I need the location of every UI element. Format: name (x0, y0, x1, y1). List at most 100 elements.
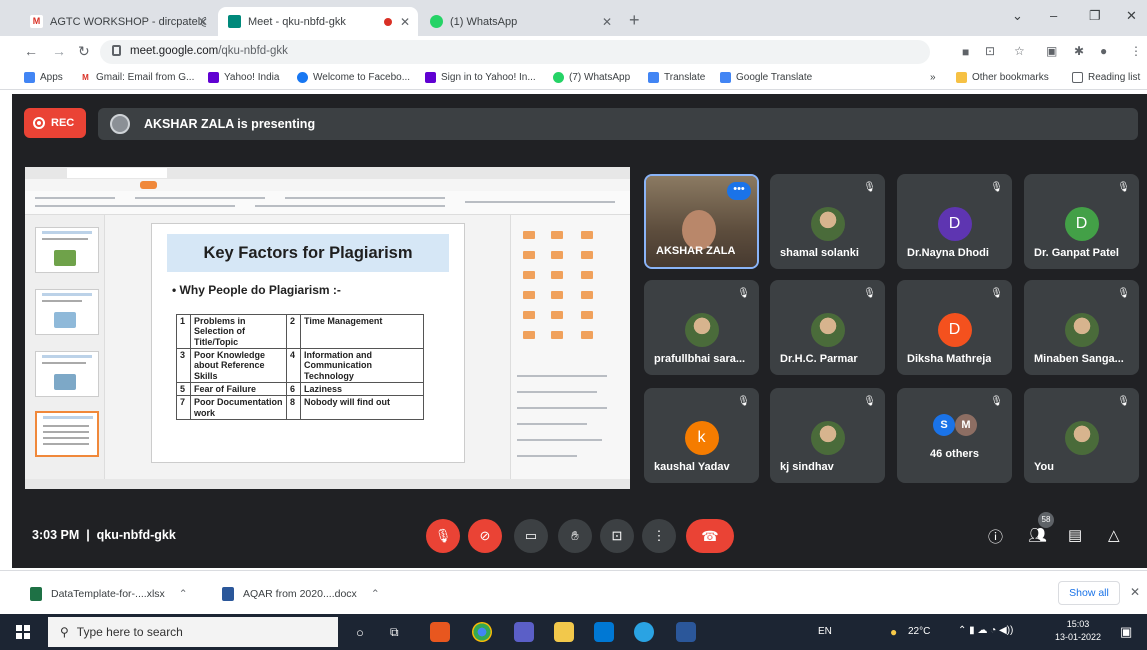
participant-name: prafullbhai sara... (654, 353, 746, 365)
participant-tile[interactable]: 🎙︎ S M 46 others (897, 388, 1012, 483)
chat-icon[interactable]: ▤ (1068, 526, 1082, 544)
raise-hand-button[interactable]: ✋︎ (558, 519, 592, 553)
reload-icon[interactable]: ↻ (78, 43, 90, 60)
show-all-button[interactable]: Show all (1058, 581, 1120, 605)
close-tab-icon[interactable]: ✕ (602, 15, 612, 29)
bookmark-label: Welcome to Facebo... (313, 72, 411, 83)
mail-icon[interactable] (594, 622, 614, 642)
mic-off-button[interactable]: 🎙︎ (426, 519, 460, 553)
participant-tile[interactable]: ••• AKSHAR ZALA (644, 174, 759, 269)
windows-start-icon[interactable] (16, 625, 30, 639)
puzzle-icon[interactable]: ✱ (1074, 44, 1084, 58)
bookmarks-overflow-button[interactable]: » (930, 72, 936, 83)
presenting-banner: AKSHAR ZALA is presenting (98, 108, 1138, 140)
captions-button[interactable]: ▭ (514, 519, 548, 553)
meeting-details-icon[interactable]: ⓘ (988, 526, 1003, 547)
tab-meet[interactable]: Meet - qku-nbfd-gkk ✕ (218, 7, 418, 36)
participant-avatar (810, 207, 845, 241)
office-icon[interactable] (430, 622, 450, 642)
bookmark-gmail[interactable]: M Gmail: Email from G... (80, 72, 194, 83)
participant-tile[interactable]: 🎙︎ kj sindhav (770, 388, 885, 483)
editor-home-tab (140, 181, 157, 189)
close-tab-icon[interactable]: ✕ (400, 15, 410, 29)
bookmark-facebook[interactable]: Welcome to Facebo... (297, 72, 410, 83)
reading-list[interactable]: Reading list (1072, 72, 1140, 83)
leave-call-button[interactable]: ☎︎ (686, 519, 734, 553)
activities-icon[interactable]: △ (1108, 526, 1120, 544)
teams-icon[interactable] (514, 622, 534, 642)
bookmark-apps[interactable]: Apps (24, 72, 63, 83)
url-text: meet.google.com/qku-nbfd-gkk (130, 45, 288, 57)
back-icon[interactable]: ← (24, 43, 38, 59)
presenting-text: AKSHAR ZALA is presenting (144, 117, 316, 131)
participant-tile[interactable]: 🎙︎ D Dr.Nayna Dhodi (897, 174, 1012, 269)
download-item[interactable]: DataTemplate-for-....xlsx ⌃ (30, 587, 188, 601)
download-filename: DataTemplate-for-....xlsx (51, 588, 165, 600)
camera-off-button[interactable]: ⊘ (468, 519, 502, 553)
participant-tile[interactable]: 🎙︎ D Diksha Mathreja (897, 280, 1012, 375)
participant-tile[interactable]: 🎙︎ k kaushal Yadav (644, 388, 759, 483)
meeting-time: 3:03 PM (32, 528, 80, 542)
bookmark-yahoo-signin[interactable]: Sign in to Yahoo! In... (425, 72, 536, 83)
new-tab-button[interactable]: + (629, 10, 640, 31)
camera-off-icon: ⊘ (479, 528, 491, 543)
tab-search-icon[interactable]: ⌄ (1012, 8, 1023, 24)
participant-name: Dr.H.C. Parmar (780, 353, 858, 365)
cortana-icon[interactable]: ○ (356, 625, 364, 640)
bookmark-whatsapp[interactable]: (7) WhatsApp (553, 72, 630, 83)
weather-icon: ● (890, 625, 898, 639)
forward-icon[interactable]: → (52, 43, 66, 59)
more-options-icon[interactable]: ••• (727, 182, 751, 200)
bookmark-translate[interactable]: Translate (648, 72, 705, 83)
close-downloads-icon[interactable]: ✕ (1130, 585, 1140, 599)
more-options-button[interactable]: ⋮ (642, 519, 676, 553)
participant-tile[interactable]: 🎙︎ prafullbhai sara... (644, 280, 759, 375)
gmail-icon: M (80, 72, 91, 83)
minimize-button[interactable]: – (1050, 8, 1057, 23)
close-window-button[interactable]: ✕ (1126, 8, 1137, 24)
present-now-button[interactable]: ⊡ (600, 519, 634, 553)
word-icon[interactable] (676, 622, 696, 642)
chevron-up-icon[interactable]: ⌃ (179, 588, 188, 600)
address-bar[interactable]: meet.google.com/qku-nbfd-gkk ■ (100, 40, 969, 64)
participant-tile[interactable]: 🎙︎ You (1024, 388, 1139, 483)
menu-kebab-icon[interactable]: ⋮ (1130, 44, 1142, 58)
tab-whatsapp[interactable]: (1) WhatsApp ✕ (420, 7, 620, 36)
download-item[interactable]: AQAR from 2020....docx ⌃ (222, 587, 380, 601)
chevron-up-icon[interactable]: ⌃ (371, 588, 380, 600)
participant-tile[interactable]: 🎙︎ shamal solanki (770, 174, 885, 269)
participant-tile[interactable]: 🎙︎ D Dr. Ganpat Patel (1024, 174, 1139, 269)
participant-tile[interactable]: 🎙︎ Dr.H.C. Parmar (770, 280, 885, 375)
people-count-badge: 58 (1038, 512, 1054, 528)
tab-gmail[interactable]: M AGTC WORKSHOP - dircpatel@ ✕ (20, 7, 216, 36)
close-tab-icon[interactable]: ✕ (198, 15, 208, 29)
restore-button[interactable]: ❐ (1089, 8, 1101, 24)
profile-avatar[interactable]: ● (1100, 44, 1107, 58)
install-icon[interactable]: ⊡ (985, 44, 995, 58)
system-tray-icons[interactable]: ⌃ ▮ ☁ ◔ ◀)) (958, 625, 1013, 636)
extension-icon[interactable]: ▣ (1046, 44, 1057, 58)
table-cell: 7 (176, 395, 191, 421)
search-placeholder: Type here to search (76, 625, 183, 639)
language-indicator[interactable]: EN (818, 626, 832, 637)
chrome-icon[interactable] (472, 622, 492, 642)
taskbar-search-box[interactable]: ⚲ Type here to search (48, 617, 338, 647)
other-bookmarks[interactable]: Other bookmarks (956, 72, 1049, 83)
reading-list-icon (1072, 72, 1083, 83)
taskbar-clock[interactable]: 15:03 13-01-2022 (1055, 618, 1101, 644)
task-view-icon[interactable]: ⧉ (390, 625, 399, 640)
mic-muted-icon: 🎙︎ (1117, 396, 1130, 407)
camera-indicator-icon[interactable]: ■ (962, 45, 969, 59)
mic-muted-icon: 🎙︎ (737, 288, 750, 299)
people-icon[interactable]: 👥︎ (1028, 526, 1047, 544)
recording-button[interactable]: REC (24, 108, 86, 138)
bookmark-google-translate[interactable]: Google Translate (720, 72, 812, 83)
notifications-icon[interactable]: ▣ (1120, 624, 1132, 640)
file-explorer-icon[interactable] (554, 622, 574, 642)
recording-indicator-icon (384, 17, 392, 26)
bookmark-yahoo-india[interactable]: Yahoo! India (208, 72, 279, 83)
bookmark-star-icon[interactable]: ☆ (1014, 44, 1025, 58)
telegram-icon[interactable] (634, 622, 654, 642)
participant-tile[interactable]: 🎙︎ Minaben Sanga... (1024, 280, 1139, 375)
temperature[interactable]: 22°C (908, 626, 930, 637)
